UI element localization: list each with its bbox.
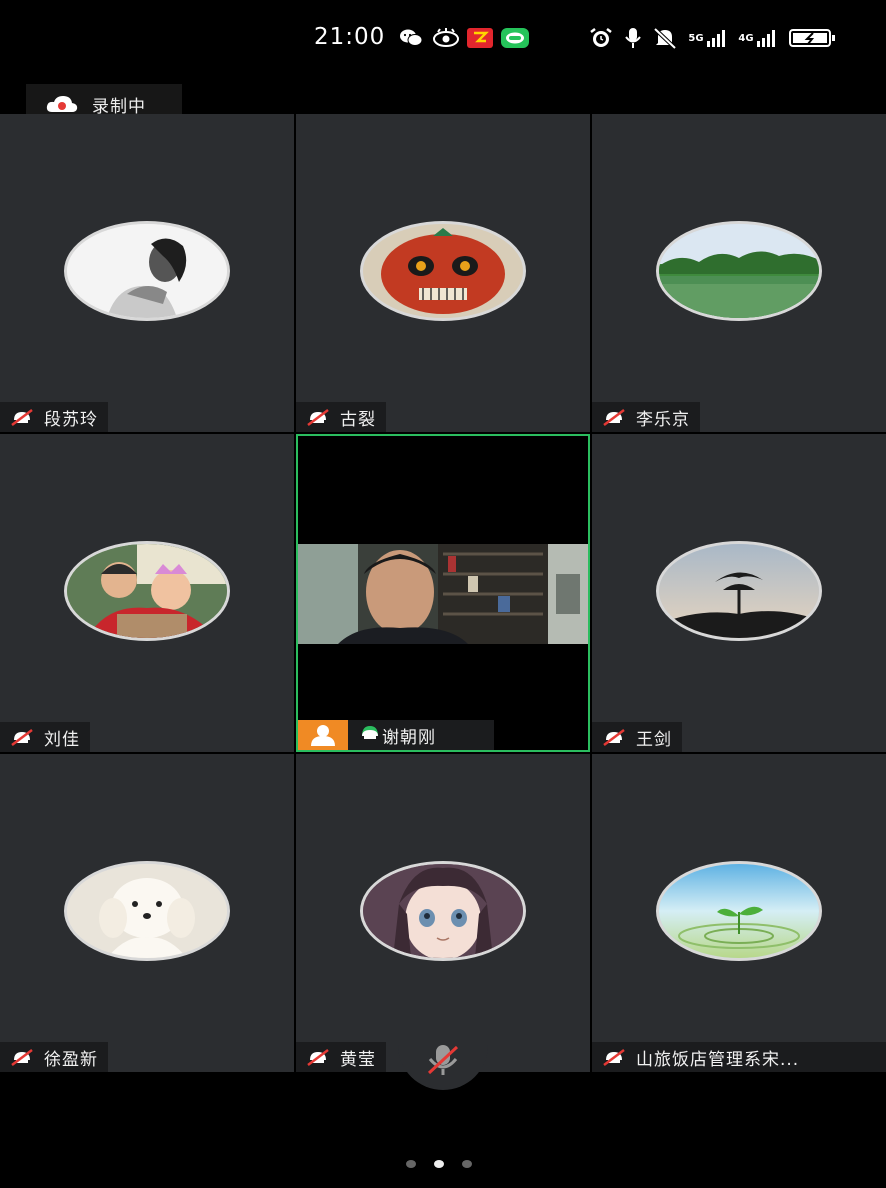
muted-mic-icon bbox=[602, 1046, 626, 1068]
participant-tile[interactable]: 徐盈新 bbox=[0, 754, 294, 1072]
white-dog-avatar bbox=[64, 861, 230, 961]
clock: 21:00 bbox=[314, 24, 386, 50]
participant-name: 李乐京 bbox=[636, 409, 690, 430]
wechat-icon bbox=[398, 28, 424, 48]
participant-name-bar: 王剑 bbox=[592, 722, 682, 752]
page-dot[interactable] bbox=[406, 1160, 416, 1168]
signal-4g-icon: 4G bbox=[736, 28, 780, 48]
anime-girl-avatar bbox=[360, 861, 526, 961]
signal-5g-icon: 5G bbox=[686, 28, 730, 48]
participant-name: 徐盈新 bbox=[44, 1049, 98, 1070]
participant-name: 段苏玲 bbox=[44, 409, 98, 430]
participant-name: 山旅饭店管理系宋... bbox=[636, 1049, 800, 1070]
muted-mic-icon bbox=[306, 1046, 330, 1068]
bottom-toolbar-area bbox=[0, 1074, 886, 1188]
muted-mic-icon bbox=[10, 406, 34, 428]
muted-mic-icon bbox=[602, 406, 626, 428]
participant-grid: 段苏玲 古裂 李乐京 刘佳 谢朝刚 王剑 徐盈新 黄莹 山旅饭店管理系宋... bbox=[0, 114, 886, 1074]
silent-bell-icon bbox=[652, 27, 678, 49]
eye-care-icon bbox=[432, 28, 460, 48]
participant-tile[interactable]: 王剑 bbox=[592, 434, 886, 752]
portrait-woman-avatar bbox=[64, 221, 230, 321]
participant-name-bar: 黄莹 bbox=[296, 1042, 386, 1072]
muted-mic-icon bbox=[602, 726, 626, 748]
host-badge bbox=[298, 720, 348, 750]
participant-name: 刘佳 bbox=[44, 729, 80, 750]
battery-charging-icon bbox=[788, 28, 838, 48]
lake-landscape-avatar bbox=[656, 221, 822, 321]
participant-name-bar: 谢朝刚 bbox=[348, 720, 494, 750]
participant-tile[interactable]: 黄莹 bbox=[296, 754, 590, 1072]
page-dot[interactable] bbox=[462, 1160, 472, 1168]
participant-name-bar: 段苏玲 bbox=[0, 402, 108, 432]
muted-mic-icon bbox=[10, 726, 34, 748]
children-photo-avatar bbox=[64, 541, 230, 641]
participant-tile[interactable]: 刘佳 bbox=[0, 434, 294, 752]
microphone-status-icon bbox=[622, 28, 644, 48]
live-video bbox=[298, 544, 588, 644]
muted-mic-icon bbox=[306, 406, 330, 428]
active-mic-icon bbox=[358, 722, 382, 748]
participant-name: 谢朝刚 bbox=[382, 727, 436, 748]
participant-tile[interactable]: 山旅饭店管理系宋... bbox=[592, 754, 886, 1072]
participant-name-bar: 刘佳 bbox=[0, 722, 90, 752]
sprout-water-avatar bbox=[656, 861, 822, 961]
status-bar: 21:00 5G 4G bbox=[0, 0, 886, 76]
alarm-icon bbox=[588, 28, 614, 48]
tribal-mask-avatar bbox=[360, 221, 526, 321]
chat-app-icon bbox=[500, 28, 530, 48]
network-5g-label: 5G bbox=[688, 32, 704, 44]
participant-name-bar: 徐盈新 bbox=[0, 1042, 108, 1072]
muted-mic-icon bbox=[10, 1046, 34, 1068]
person-icon bbox=[311, 725, 335, 746]
tree-sunset-avatar bbox=[656, 541, 822, 641]
muted-microphone-icon bbox=[423, 1043, 463, 1081]
participant-name-bar: 李乐京 bbox=[592, 402, 700, 432]
participant-tile[interactable]: 古裂 bbox=[296, 114, 590, 432]
page-indicator[interactable] bbox=[406, 1160, 472, 1168]
participant-name-bar: 古裂 bbox=[296, 402, 386, 432]
participant-name: 王剑 bbox=[636, 729, 672, 750]
network-4g-label: 4G bbox=[738, 32, 754, 44]
participant-tile[interactable]: 段苏玲 bbox=[0, 114, 294, 432]
app-notification-icon bbox=[466, 28, 494, 48]
page-dot-active[interactable] bbox=[434, 1160, 444, 1168]
cloud-record-icon bbox=[46, 94, 78, 112]
participant-tile[interactable]: 李乐京 bbox=[592, 114, 886, 432]
active-speaker-tile[interactable]: 谢朝刚 bbox=[296, 434, 590, 752]
participant-name-bar: 山旅饭店管理系宋... bbox=[592, 1042, 886, 1072]
participant-name: 古裂 bbox=[340, 409, 376, 430]
participant-name: 黄莹 bbox=[340, 1049, 376, 1070]
